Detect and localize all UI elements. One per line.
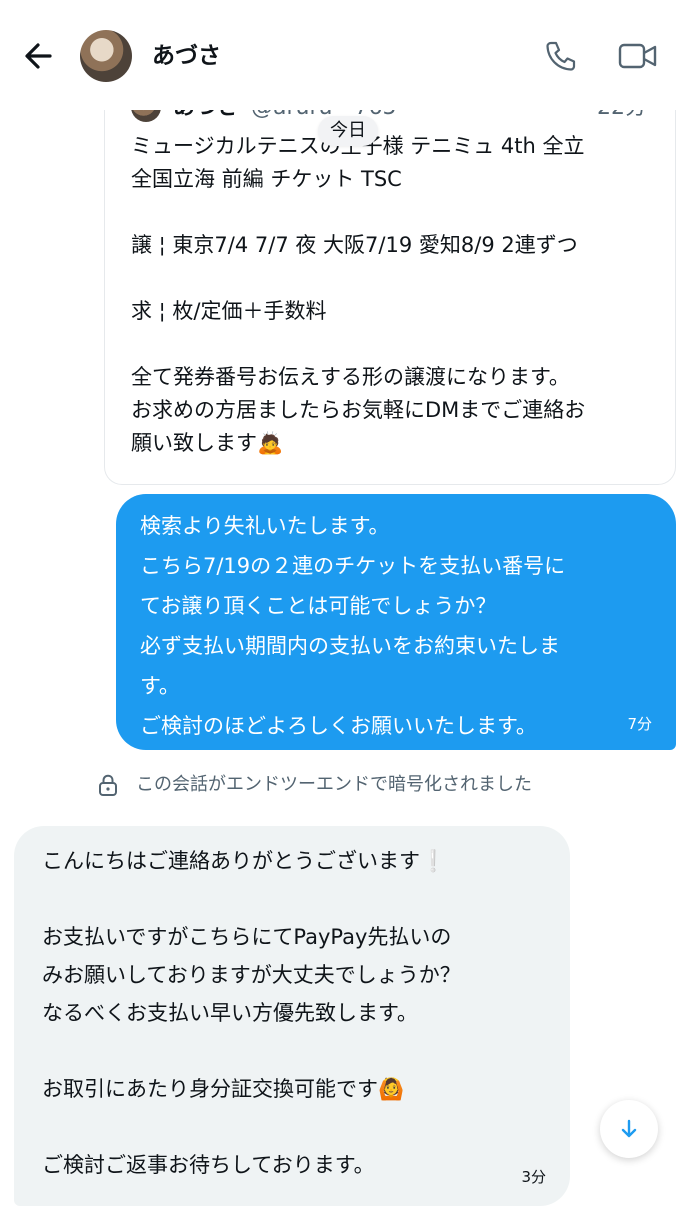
- avatar[interactable]: [80, 30, 132, 82]
- message-time: 7分: [627, 715, 652, 733]
- arrow-left-icon: [25, 43, 52, 69]
- message-text: 検索より失礼いたします。 こちら7/19の２連のチケットを支払い番号に てお譲り…: [140, 514, 566, 738]
- back-button[interactable]: [20, 36, 60, 76]
- contact-name[interactable]: あづさ: [152, 38, 221, 74]
- phone-icon: [546, 41, 576, 71]
- encryption-notice: この会話がエンドツーエンドで暗号化されました: [0, 770, 690, 800]
- scroll-to-bottom-button[interactable]: [600, 1100, 658, 1158]
- message-text: こんにちはご連絡ありがとうございます❕ お支払いですがこちらにてPayPay先払…: [42, 849, 461, 1177]
- quoted-tweet-body: ミュージカルテニスの王子様 テニミュ 4th 全立 全国立海 前編 チケット T…: [131, 134, 586, 455]
- lock-icon: [99, 774, 117, 796]
- video-call-button[interactable]: [618, 40, 658, 72]
- message-bubble-sent[interactable]: 検索より失礼いたします。 こちら7/19の２連のチケットを支払い番号に てお譲り…: [116, 494, 676, 750]
- date-divider: 今日: [318, 116, 378, 146]
- message-bubble-received[interactable]: こんにちはご連絡ありがとうございます❕ お支払いですがこちらにてPayPay先払…: [14, 826, 570, 1206]
- quoted-tweet-card[interactable]: あづさ @aruru__765 22分 ミュージカルテニスの王子様 テニミュ 4…: [104, 60, 676, 485]
- message-time: 3分: [521, 1168, 546, 1186]
- encryption-notice-text: この会話がエンドツーエンドで暗号化されました: [136, 774, 532, 795]
- call-button[interactable]: [542, 38, 578, 74]
- video-icon: [618, 43, 657, 69]
- conversation-header: あづさ: [0, 0, 690, 110]
- arrow-down-icon: [621, 1119, 637, 1138]
